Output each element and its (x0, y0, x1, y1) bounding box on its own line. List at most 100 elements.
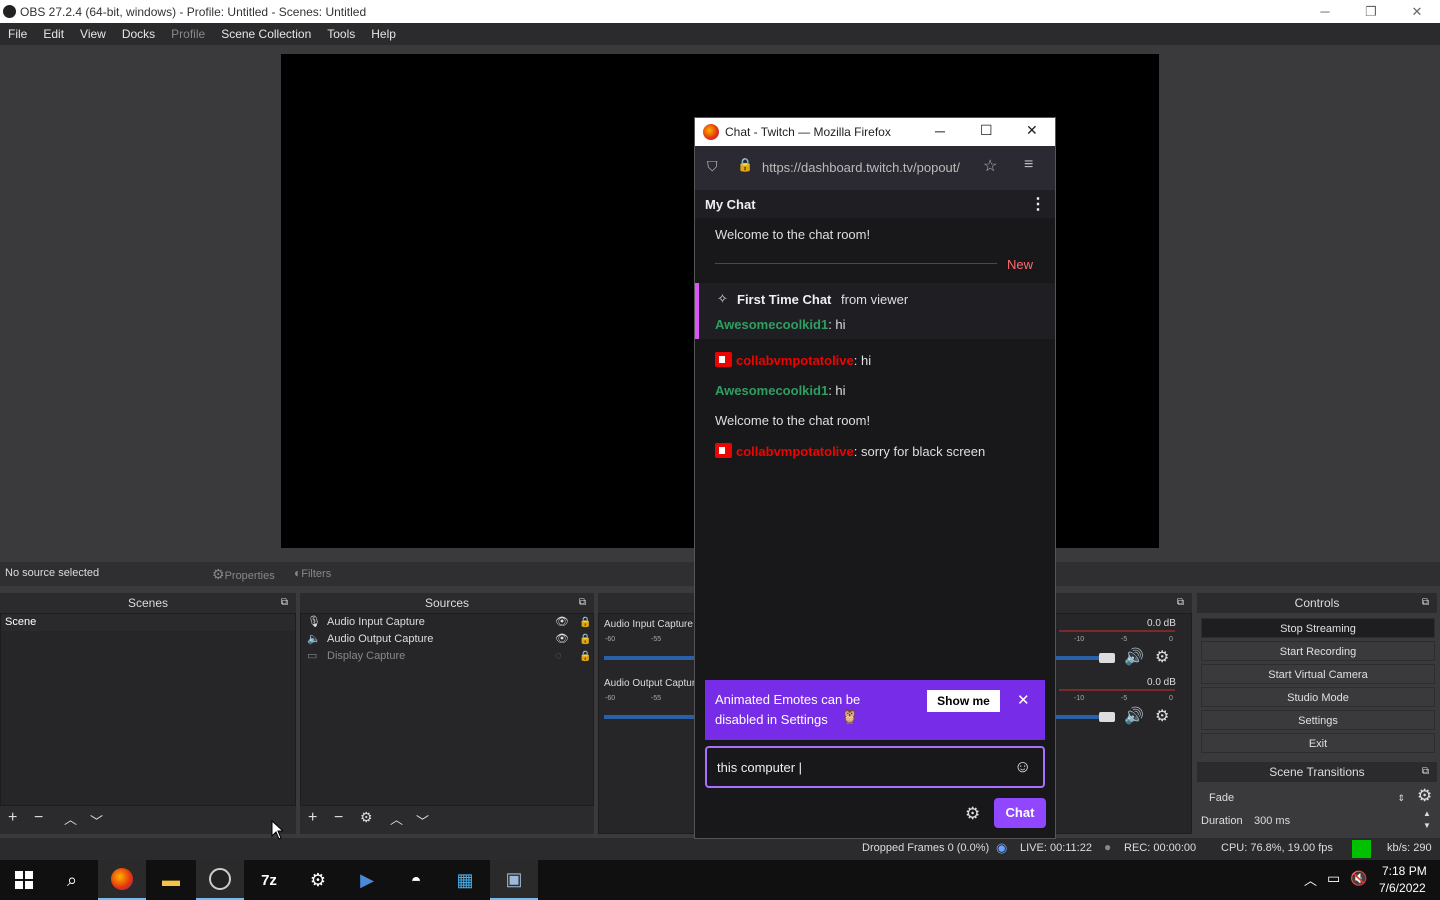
url-text[interactable]: https://dashboard.twitch.tv/popout/ (762, 160, 977, 175)
chat-send-button[interactable]: Chat (994, 798, 1046, 828)
more-options-icon[interactable]: ⋮ (1030, 194, 1046, 214)
start-icon[interactable] (0, 860, 48, 900)
menu-tools[interactable]: Tools (319, 27, 363, 41)
meter-tick: -10 (1074, 695, 1085, 702)
eye-icon[interactable]: 👁 (555, 614, 569, 631)
minimize-button[interactable]: ─ (1302, 0, 1348, 23)
move-up-icon[interactable]: ︿ (64, 809, 77, 828)
start-recording-button[interactable]: Start Recording (1201, 641, 1435, 661)
search-icon[interactable]: ⌕ (48, 860, 96, 900)
start-virtual-camera-button[interactable]: Start Virtual Camera (1201, 664, 1435, 684)
chat-input[interactable]: this computer | ☺ (705, 746, 1045, 788)
undock-icon[interactable]: ⧉ (1422, 762, 1429, 782)
remove-scene-icon[interactable]: − (34, 809, 43, 827)
chat-system-message: Welcome to the chat room! (715, 413, 871, 428)
virtualbox-icon[interactable]: ▣ (490, 860, 538, 900)
emote-picker-icon[interactable]: ☺ (1014, 757, 1031, 777)
menu-hamburger-icon[interactable]: ≡ (1024, 156, 1033, 174)
eye-icon[interactable]: 👁 (555, 631, 569, 648)
source-item[interactable]: ▭ Display Capture ◌ 🔒 (301, 648, 593, 665)
undock-icon[interactable]: ⧉ (1422, 593, 1429, 613)
spin-down-icon[interactable]: ▼ (1423, 821, 1431, 830)
first-time-chat-highlight: ✧ First Time Chat from viewer Awesomecoo… (695, 283, 1055, 339)
channel-gear-icon[interactable]: ⚙ (1155, 647, 1169, 667)
volume-muted-icon[interactable]: 🔇 (1350, 870, 1367, 887)
add-scene-icon[interactable]: + (8, 809, 17, 827)
powershell-icon[interactable]: ▶ (343, 860, 391, 900)
eye-hidden-icon[interactable]: ◌ (555, 648, 562, 665)
chat-username[interactable]: collabvmpotatolive (736, 353, 854, 368)
stop-streaming-button[interactable]: Stop Streaming (1201, 618, 1435, 638)
shield-icon[interactable]: ⛉ (707, 158, 718, 175)
restore-button[interactable]: ❐ (1348, 0, 1394, 23)
volume-slider-handle[interactable] (1099, 653, 1115, 663)
firefox-icon[interactable] (98, 860, 146, 900)
chat-username[interactable]: Awesomecoolkid1 (715, 383, 828, 398)
source-item[interactable]: 🎙 Audio Input Capture 👁 🔒 (301, 614, 593, 631)
transition-select[interactable]: Fade ⇕ (1201, 788, 1411, 808)
move-down-icon[interactable]: ﹀ (416, 811, 429, 830)
chat-username[interactable]: collabvmpotatolive (736, 444, 854, 459)
scenes-dock-header: Scenes ⧉ (0, 593, 296, 613)
clock-date[interactable]: 7/6/2022 (1379, 881, 1426, 895)
settings-icon[interactable]: ⚙ (294, 860, 342, 900)
menu-help[interactable]: Help (363, 27, 404, 41)
mute-speaker-icon[interactable]: 🔊 (1124, 647, 1144, 667)
chat-settings-gear-icon[interactable]: ⚙ (965, 804, 980, 824)
menu-file[interactable]: File (0, 27, 35, 41)
live-indicator-icon: ◉ (996, 840, 1008, 855)
undock-icon[interactable]: ⧉ (1177, 593, 1184, 613)
obs-icon[interactable] (196, 860, 244, 900)
stream-health-indicator (1352, 840, 1371, 858)
transition-selected-value: Fade (1209, 792, 1235, 804)
properties-button[interactable]: ⚙Properties (212, 566, 275, 583)
undock-icon[interactable]: ⧉ (281, 593, 288, 613)
7zip-icon[interactable]: 7z (245, 860, 293, 900)
meter-tick: -55 (651, 636, 662, 643)
undock-icon[interactable]: ⧉ (579, 593, 586, 613)
file-explorer-icon[interactable]: ▬ (147, 860, 195, 900)
show-me-button[interactable]: Show me (927, 690, 1000, 712)
menu-scene-collection[interactable]: Scene Collection (213, 27, 319, 41)
mute-speaker-icon[interactable]: 🔊 (1124, 706, 1144, 726)
lock-icon[interactable]: 🔒 (579, 631, 591, 648)
chat-username[interactable]: Awesomecoolkid1 (715, 317, 828, 332)
clock-time[interactable]: 7:18 PM (1382, 864, 1427, 878)
tray-chevron-icon[interactable]: ︿ (1304, 870, 1317, 889)
lock-icon[interactable]: 🔒 (579, 648, 591, 665)
meter-tick: -60 (605, 695, 616, 702)
source-properties-gear-icon[interactable]: ⚙ (360, 809, 373, 826)
move-up-icon[interactable]: ︿ (390, 809, 403, 828)
menu-view[interactable]: View (72, 27, 114, 41)
ff-maximize-button[interactable]: ☐ (980, 122, 993, 139)
move-down-icon[interactable]: ﹀ (90, 811, 103, 830)
channel-gear-icon[interactable]: ⚙ (1155, 706, 1169, 726)
store-icon[interactable]: ▦ (441, 860, 489, 900)
ff-minimize-button[interactable]: ─ (935, 123, 945, 139)
monitor-icon: ▭ (307, 650, 318, 662)
banner-close-icon[interactable]: ✕ (1017, 691, 1030, 709)
exit-button[interactable]: Exit (1201, 733, 1435, 753)
studio-mode-button[interactable]: Studio Mode (1201, 687, 1435, 707)
menu-profile[interactable]: Profile (163, 27, 213, 41)
duration-input[interactable]: 300 ms (1248, 811, 1420, 831)
spin-up-icon[interactable]: ▲ (1423, 809, 1431, 818)
remove-source-icon[interactable]: − (334, 809, 343, 827)
bookmark-star-icon[interactable]: ☆ (983, 156, 997, 176)
sources-dock-header: Sources ⧉ (300, 593, 594, 613)
close-button[interactable]: ✕ (1394, 0, 1440, 23)
scene-item[interactable]: Scene (1, 614, 295, 631)
add-source-icon[interactable]: + (308, 809, 317, 827)
app-icon[interactable]: ◓ (392, 860, 440, 900)
transition-gear-icon[interactable]: ⚙ (1417, 786, 1432, 806)
filters-button[interactable]: ◐Filters (294, 566, 331, 580)
ff-close-button[interactable]: ✕ (1026, 122, 1038, 139)
lock-icon[interactable]: 🔒 (737, 157, 753, 173)
network-icon[interactable]: ▭ (1327, 870, 1340, 887)
menu-docks[interactable]: Docks (114, 27, 163, 41)
volume-slider-handle[interactable] (1099, 712, 1115, 722)
source-item[interactable]: 🔈 Audio Output Capture 👁 🔒 (301, 631, 593, 648)
settings-button[interactable]: Settings (1201, 710, 1435, 730)
lock-icon[interactable]: 🔒 (579, 614, 591, 631)
menu-edit[interactable]: Edit (35, 27, 72, 41)
